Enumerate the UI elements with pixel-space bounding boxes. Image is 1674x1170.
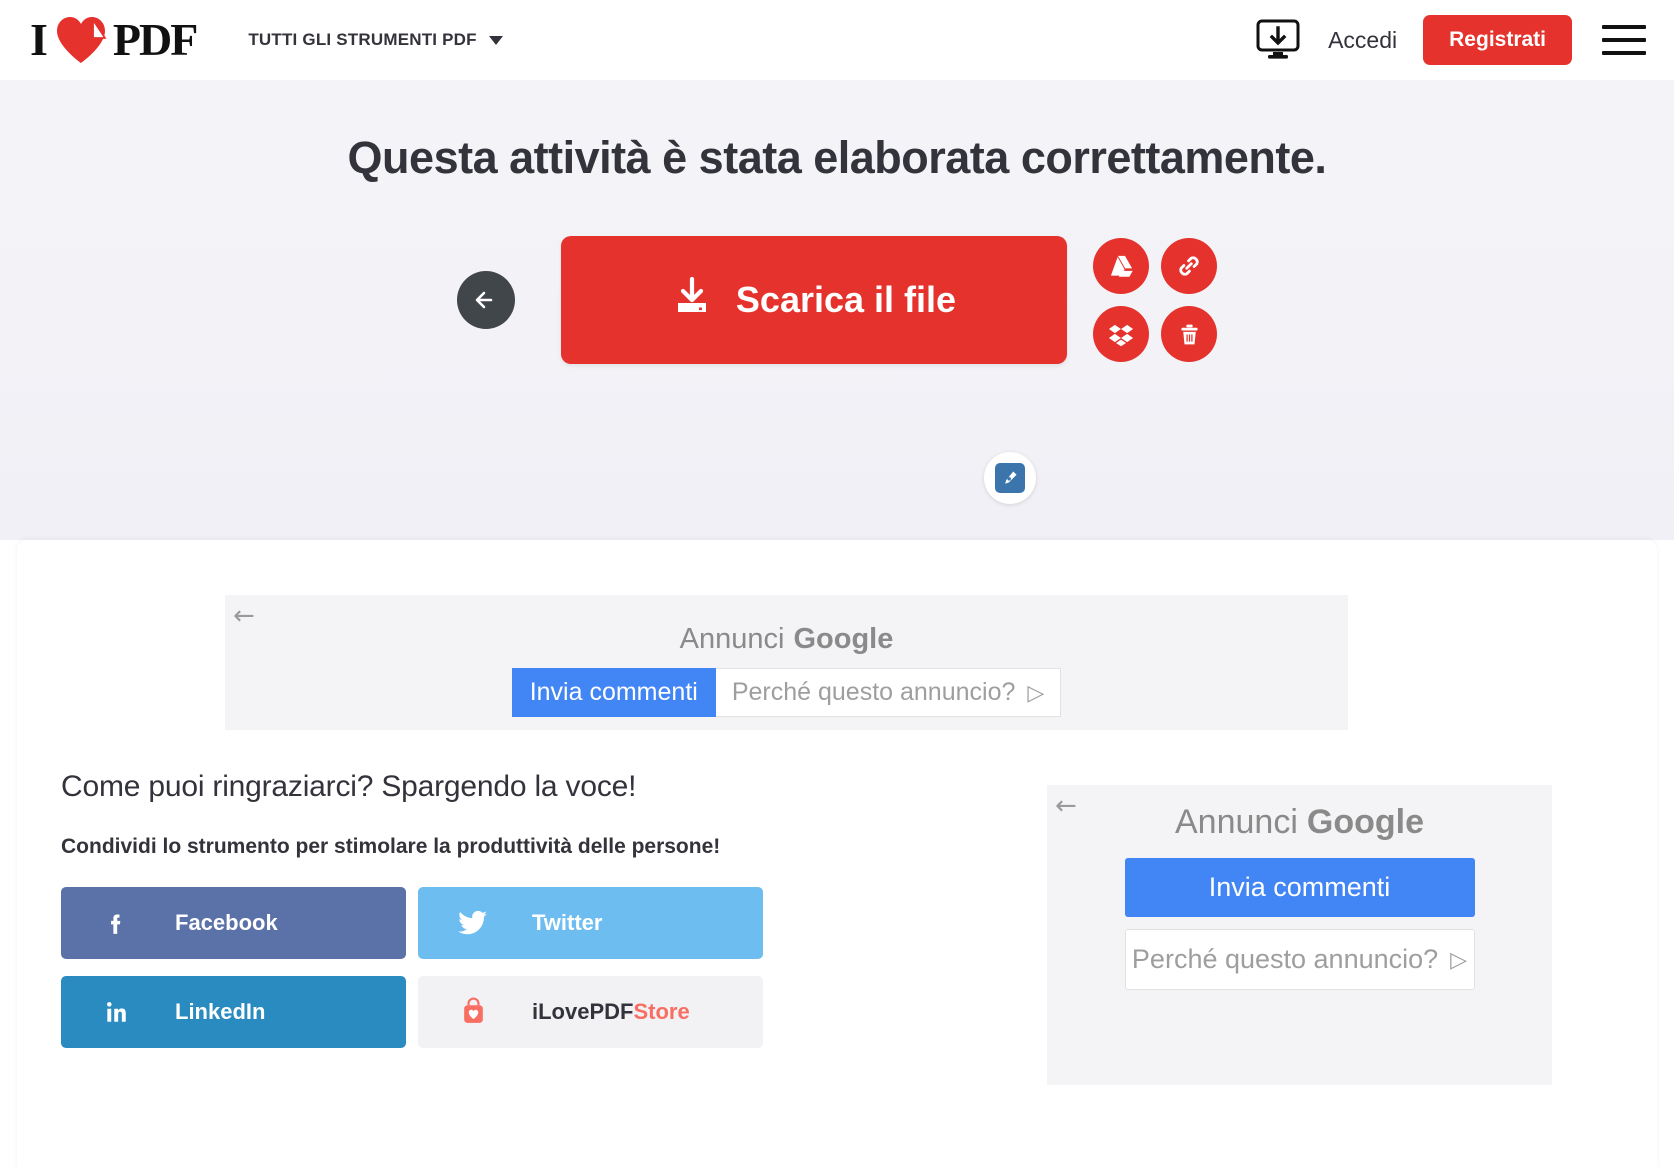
hamburger-bar (1602, 38, 1646, 42)
share-facebook-label: Facebook (175, 909, 278, 935)
share-twitter-label: Twitter (532, 909, 603, 935)
linkedin-icon (101, 999, 131, 1025)
share-subtitle: Condividi lo strumento per stimolare la … (61, 835, 721, 858)
delete-file-button[interactable] (1161, 306, 1217, 362)
sign-pdf-button[interactable] (984, 452, 1036, 504)
google-ads-label: Annunci Google (1175, 803, 1424, 842)
send-feedback-button[interactable]: Invia commenti (1124, 858, 1475, 917)
google-ad-banner-top: ← Annunci Google Invia commenti Perché q… (225, 595, 1348, 730)
ilovepdf-store-button[interactable]: iLovePDFStore (418, 975, 763, 1048)
download-action-row: Scarica il file (0, 236, 1674, 364)
share-linkedin-label: LinkedIn (175, 998, 266, 1024)
page-title: Questa attività è stata elaborata corret… (347, 132, 1327, 183)
share-facebook-button[interactable]: Facebook (61, 886, 406, 959)
site-header: I PDF TUTTI GLI STRUMENTI PDF Accedi Reg… (0, 0, 1674, 80)
hamburger-bar (1602, 25, 1646, 29)
signup-button[interactable]: Registrati (1423, 15, 1572, 65)
login-link[interactable]: Accedi (1328, 27, 1397, 54)
twitter-bird-icon (458, 910, 488, 936)
ad-back-arrow-icon[interactable]: ← (1055, 793, 1077, 819)
facebook-icon (101, 910, 131, 936)
chevron-down-icon (488, 35, 503, 45)
why-this-ad-label: Perché questo annuncio? (731, 678, 1016, 706)
adchoices-icon: ▷ (1027, 679, 1045, 705)
ad-top-content: Annunci Google Invia commenti Perché que… (511, 623, 1062, 717)
back-button[interactable] (457, 271, 515, 329)
logo-letter-i: I (30, 14, 48, 65)
cloud-actions-group (1093, 238, 1217, 362)
hamburger-bar (1602, 51, 1646, 55)
logo-text-pdf: PDF (112, 14, 198, 65)
share-buttons-grid: Facebook Twitter LinkedIn iLovePDFStore (61, 886, 781, 1048)
save-to-google-drive-button[interactable] (1093, 238, 1149, 294)
share-section: Come puoi ringraziarci? Spargendo la voc… (61, 770, 781, 1048)
google-drive-icon (1110, 255, 1133, 277)
store-label-group: iLovePDFStore (532, 999, 690, 1025)
ad-back-arrow-icon[interactable]: ← (233, 603, 255, 629)
download-icon (672, 276, 712, 325)
google-ads-label: Annunci Google (680, 623, 894, 656)
link-chain-icon (1179, 256, 1199, 276)
ad-right-content: Annunci Google Invia commenti Perché que… (1047, 785, 1552, 990)
trash-icon (1180, 324, 1198, 344)
why-this-ad-label: Perché questo annuncio? (1131, 944, 1439, 974)
share-linkedin-button[interactable]: LinkedIn (61, 975, 406, 1048)
dropbox-icon (1108, 324, 1134, 347)
download-file-label: Scarica il file (735, 279, 957, 320)
pen-nib-sign-icon (995, 463, 1025, 493)
store-label-secondary: Store (633, 998, 690, 1024)
heart-page-fold-icon (55, 16, 107, 64)
share-twitter-button[interactable]: Twitter (418, 886, 763, 959)
adchoices-icon: ▷ (1450, 946, 1468, 972)
ads-label-prefix: Annunci (1175, 803, 1298, 841)
ads-label-prefix: Annunci (679, 623, 785, 655)
download-file-button[interactable]: Scarica il file (561, 236, 1067, 364)
ilovepdf-logo[interactable]: I PDF (30, 14, 198, 65)
store-label-primary: iLovePDF (532, 998, 634, 1024)
send-feedback-button[interactable]: Invia commenti (511, 668, 716, 717)
shopping-bag-heart-icon (458, 997, 488, 1026)
ads-label-google: Google (793, 623, 894, 655)
ads-label-google: Google (1306, 803, 1424, 841)
all-pdf-tools-label: TUTTI GLI STRUMENTI PDF (248, 30, 477, 49)
google-ad-banner-right: ← Annunci Google Invia commenti Perché q… (1047, 785, 1552, 1085)
success-hero-section: Questa attività è stata elaborata corret… (0, 80, 1674, 540)
why-this-ad-button[interactable]: Perché questo annuncio? ▷ (1124, 929, 1475, 990)
desktop-download-icon[interactable] (1254, 18, 1302, 62)
share-title: Come puoi ringraziarci? Spargendo la voc… (61, 770, 637, 803)
header-right-group: Accedi Registrati (1254, 15, 1646, 65)
ad-buttons-row: Invia commenti Perché questo annuncio? ▷ (511, 668, 1062, 717)
save-to-dropbox-button[interactable] (1093, 306, 1149, 362)
arrow-left-icon (475, 291, 493, 309)
hamburger-menu-icon[interactable] (1602, 25, 1646, 55)
why-this-ad-button[interactable]: Perché questo annuncio? ▷ (715, 668, 1062, 717)
copy-link-button[interactable] (1161, 238, 1217, 294)
all-pdf-tools-menu[interactable]: TUTTI GLI STRUMENTI PDF (248, 30, 503, 50)
lower-content-panel: ← Annunci Google Invia commenti Perché q… (17, 540, 1657, 1170)
